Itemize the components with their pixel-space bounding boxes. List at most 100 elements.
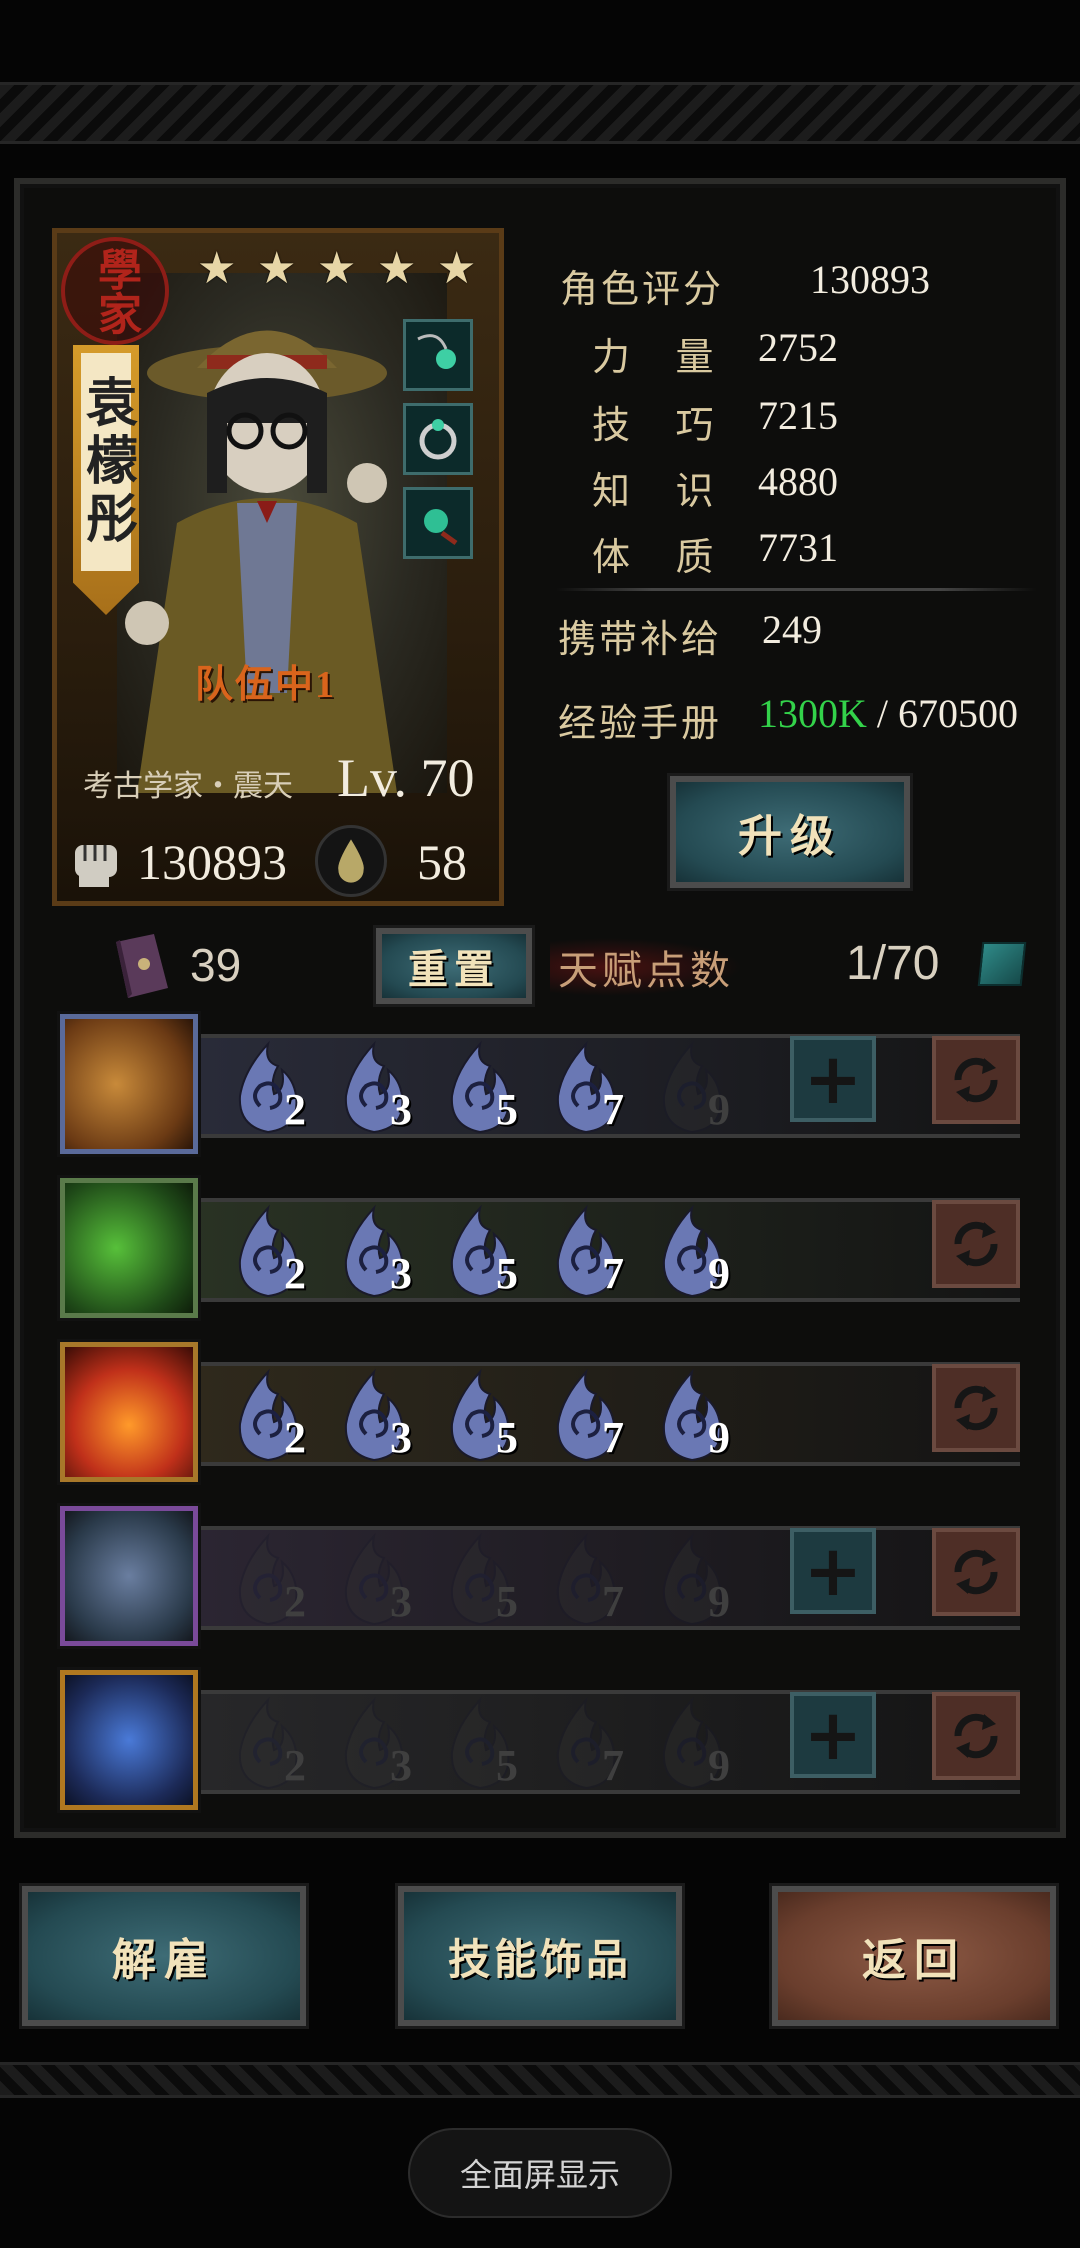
flame-level-number: 3 (390, 1577, 412, 1626)
skill-level-flames: 2 3 5 7 9 (230, 1204, 730, 1300)
plus-button[interactable]: + (790, 1036, 876, 1122)
flame-icon: 2 (230, 1696, 306, 1792)
knowledge-label: 知 识 (592, 471, 732, 513)
refresh-icon (954, 1221, 998, 1267)
flame-icon: 3 (336, 1040, 412, 1136)
ring-icon (419, 419, 457, 460)
stats-divider (556, 588, 1036, 591)
refresh-icon (954, 1385, 998, 1431)
rating-label: 角色评分 (560, 269, 725, 311)
flame-icon: 3 (336, 1532, 412, 1628)
carry-label: 携带补给 (558, 619, 723, 661)
supply-drop-icon (315, 825, 387, 897)
swap-skill-button[interactable] (932, 1364, 1020, 1452)
flame-icon: 5 (442, 1204, 518, 1300)
skill-label: 技 巧 (592, 405, 732, 447)
fullscreen-toggle[interactable]: 全面屏显示 (408, 2128, 672, 2218)
flame-level-number: 5 (496, 1085, 518, 1134)
character-level: Lv. 70 (337, 748, 475, 808)
flame-icon: 5 (442, 1368, 518, 1464)
star-icon: ★ (257, 244, 297, 293)
skill-row: 2 3 5 7 9 (60, 1342, 1050, 1482)
flame-icon: 5 (442, 1040, 518, 1136)
flame-level-number: 7 (602, 1249, 624, 1298)
reset-button[interactable]: 重置 (373, 925, 535, 1007)
star-icon: ★ (317, 244, 357, 293)
flame-level-number: 2 (284, 1249, 306, 1298)
carry-value: 249 (762, 607, 822, 652)
swap-skill-button[interactable] (932, 1036, 1020, 1124)
green-fist-icon[interactable] (60, 1178, 198, 1318)
flame-level-number: 5 (496, 1249, 518, 1298)
character-subtitle: 考古学家・震天 (83, 770, 293, 803)
flame-icon: 7 (548, 1696, 624, 1792)
upgrade-button[interactable]: 升级 (667, 773, 913, 891)
swap-skill-button[interactable] (932, 1528, 1020, 1616)
amulet-slot-1[interactable] (403, 319, 473, 391)
flame-icon: 9 (654, 1204, 730, 1300)
blue-muscle-icon[interactable] (60, 1670, 198, 1810)
veiled-figure-icon[interactable] (60, 1506, 198, 1646)
exp-label: 经验手册 (558, 703, 723, 745)
flame-level-number: 5 (496, 1413, 518, 1462)
fire-icon[interactable] (60, 1342, 198, 1482)
plus-button[interactable]: + (790, 1528, 876, 1614)
skill-row: 2 3 5 7 9 + (60, 1014, 1050, 1154)
refresh-icon (954, 1057, 998, 1103)
bottom-decor-border (0, 2062, 1080, 2098)
flame-level-number: 3 (390, 1413, 412, 1462)
skill-level-flames: 2 3 5 7 9 (230, 1368, 730, 1464)
rating-value: 130893 (810, 257, 930, 302)
flame-level-number: 3 (390, 1085, 412, 1134)
swap-skill-button[interactable] (932, 1692, 1020, 1780)
equipment-slots (403, 319, 473, 559)
skill-value: 7215 (758, 393, 838, 438)
gem-necklace-icon (424, 509, 458, 546)
flame-icon: 9 (654, 1532, 730, 1628)
skill-level-flames: 2 3 5 7 9 (230, 1532, 730, 1628)
amulet-slot-2[interactable] (403, 403, 473, 475)
flame-icon: 9 (654, 1040, 730, 1136)
flame-level-number: 3 (390, 1249, 412, 1298)
flame-level-number: 7 (602, 1085, 624, 1134)
feather-claw-icon[interactable] (60, 1014, 198, 1154)
back-button[interactable]: 返回 (769, 1883, 1059, 2029)
flame-level-number: 9 (708, 1249, 730, 1298)
flame-icon: 7 (548, 1368, 624, 1464)
constitution-value: 7731 (758, 525, 838, 570)
pendant-icon (417, 334, 456, 369)
flame-icon: 5 (442, 1532, 518, 1628)
flame-level-number: 7 (602, 1741, 624, 1790)
class-seal: 學家 (61, 237, 169, 345)
skill-items-button[interactable]: 技能饰品 (395, 1883, 685, 2029)
strength-label: 力 量 (592, 337, 732, 379)
flame-level-number: 2 (284, 1413, 306, 1462)
dismiss-button[interactable]: 解雇 (19, 1883, 309, 2029)
skill-row: 2 3 5 7 9 + (60, 1506, 1050, 1646)
amulet-slot-3[interactable] (403, 487, 473, 559)
supply-value: 58 (417, 834, 467, 890)
plus-button[interactable]: + (790, 1692, 876, 1778)
flame-icon: 2 (230, 1532, 306, 1628)
talent-points-label: 天赋点数 (550, 938, 742, 996)
constitution-label: 体 质 (592, 537, 732, 579)
swap-skill-button[interactable] (932, 1200, 1020, 1288)
character-card: 學家 袁檬彤 ★ ★ ★ ★ ★ 队伍中1 考古学家・震天 Lv. 70 130… (52, 228, 504, 906)
flame-level-number: 9 (708, 1741, 730, 1790)
power-value: 130893 (137, 834, 287, 890)
skill-row: 2 3 5 7 9 + (60, 1670, 1050, 1810)
exp-total: / 670500 (866, 691, 1019, 736)
top-decor-border (0, 82, 1080, 144)
book-icon (116, 934, 168, 998)
flame-level-number: 2 (284, 1577, 306, 1626)
skill-level-flames: 2 3 5 7 9 (230, 1040, 730, 1136)
knowledge-value: 4880 (758, 459, 838, 504)
character-name: 袁檬彤 (77, 375, 135, 549)
flame-level-number: 7 (602, 1577, 624, 1626)
flame-icon: 7 (548, 1040, 624, 1136)
fist-icon (75, 845, 117, 887)
flame-level-number: 9 (708, 1413, 730, 1462)
flame-icon: 3 (336, 1204, 412, 1300)
flame-icon: 3 (336, 1368, 412, 1464)
flame-level-number: 5 (496, 1741, 518, 1790)
